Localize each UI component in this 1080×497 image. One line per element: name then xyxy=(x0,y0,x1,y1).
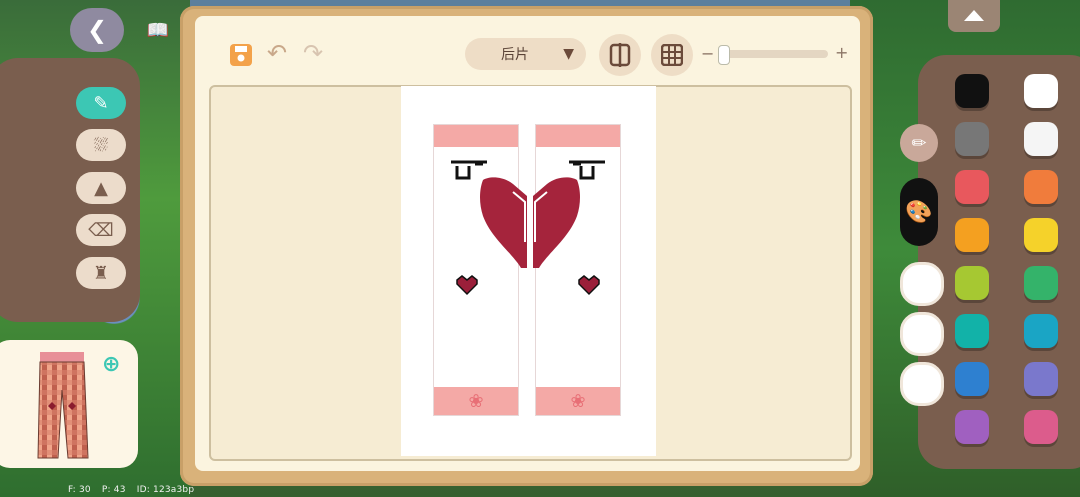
zoom-in-icon[interactable]: ⊕ xyxy=(102,352,126,377)
fill-tool-button[interactable]: ⛆ xyxy=(76,129,126,161)
custom-color-slot[interactable] xyxy=(900,312,944,356)
eraser-icon: ⌫ xyxy=(88,219,114,241)
color-swatch[interactable] xyxy=(1024,266,1058,300)
palette-mode-button[interactable]: 🎨 xyxy=(900,178,938,246)
caret-down-icon: ▼ xyxy=(563,46,574,62)
id-label: ID: 123a3bp xyxy=(136,485,195,495)
color-swatch[interactable] xyxy=(1024,362,1058,396)
color-swatch[interactable] xyxy=(1024,314,1058,348)
color-swatch[interactable] xyxy=(955,362,989,396)
pencil-icon: ✎ xyxy=(93,92,109,114)
back-button[interactable]: ❮ xyxy=(70,8,124,52)
face-right xyxy=(569,160,605,180)
palette-icon: 🎨 xyxy=(905,199,933,225)
color-swatch[interactable] xyxy=(1024,74,1058,108)
small-heart-right xyxy=(578,275,600,296)
face-left xyxy=(451,160,487,180)
part-selector-dropdown[interactable]: 后片 ▼ xyxy=(465,38,586,70)
mirror-icon xyxy=(609,43,631,67)
redo-icon[interactable]: ↷ xyxy=(298,38,328,68)
color-palette-panel xyxy=(918,55,1080,469)
color-swatch[interactable] xyxy=(955,410,989,444)
shapes-icon: ▲ xyxy=(94,177,108,199)
color-swatch[interactable] xyxy=(955,266,989,300)
pencil-tool-button[interactable]: ✎ xyxy=(76,87,126,119)
custom-color-slot[interactable] xyxy=(900,362,944,406)
color-swatch[interactable] xyxy=(1024,170,1058,204)
mirror-button[interactable] xyxy=(599,34,641,76)
stamp-icon: ♜ xyxy=(92,262,110,284)
zoom-out-icon[interactable]: − xyxy=(701,44,714,63)
color-swatch[interactable] xyxy=(955,170,989,204)
ping-label: P: 43 xyxy=(101,485,126,495)
undo-icon[interactable]: ↶ xyxy=(262,38,292,68)
debug-info: F: 30 P: 43 ID: 123a3bp xyxy=(68,485,202,495)
guide-book-icon[interactable]: 📖 xyxy=(142,14,174,46)
eyedropper-icon: ✏ xyxy=(911,132,927,154)
color-swatch[interactable] xyxy=(955,122,989,156)
eraser-tool-button[interactable]: ⌫ xyxy=(76,214,126,246)
eyedropper-button[interactable]: ✏ xyxy=(900,124,938,162)
collapse-button[interactable] xyxy=(948,0,1000,32)
stamp-tool-button[interactable]: ♜ xyxy=(76,257,126,289)
big-heart-right-half xyxy=(533,177,580,268)
paint-bucket-icon: ⛆ xyxy=(93,134,109,156)
color-swatch[interactable] xyxy=(955,218,989,252)
zoom-in-plus-icon[interactable]: + xyxy=(835,43,848,62)
zoom-slider-handle[interactable] xyxy=(718,45,730,65)
grid-toggle-button[interactable] xyxy=(651,34,693,76)
color-swatch[interactable] xyxy=(1024,410,1058,444)
color-swatch[interactable] xyxy=(955,74,989,108)
fps-label: F: 30 xyxy=(68,485,91,495)
grid-icon xyxy=(661,44,683,66)
color-swatch[interactable] xyxy=(1024,218,1058,252)
save-icon[interactable] xyxy=(226,40,256,70)
zoom-slider[interactable] xyxy=(718,50,828,58)
small-heart-left xyxy=(456,275,478,296)
big-heart-left-half xyxy=(480,177,527,268)
color-swatch[interactable] xyxy=(955,314,989,348)
part-selector-label: 后片 xyxy=(501,47,529,63)
chevron-up-icon xyxy=(964,10,984,21)
custom-color-slot[interactable] xyxy=(900,262,944,306)
shape-tool-button[interactable]: ▲ xyxy=(76,172,126,204)
color-swatch[interactable] xyxy=(1024,122,1058,156)
pixel-art-overlay xyxy=(451,160,605,296)
chevron-left-icon: ❮ xyxy=(86,16,108,44)
